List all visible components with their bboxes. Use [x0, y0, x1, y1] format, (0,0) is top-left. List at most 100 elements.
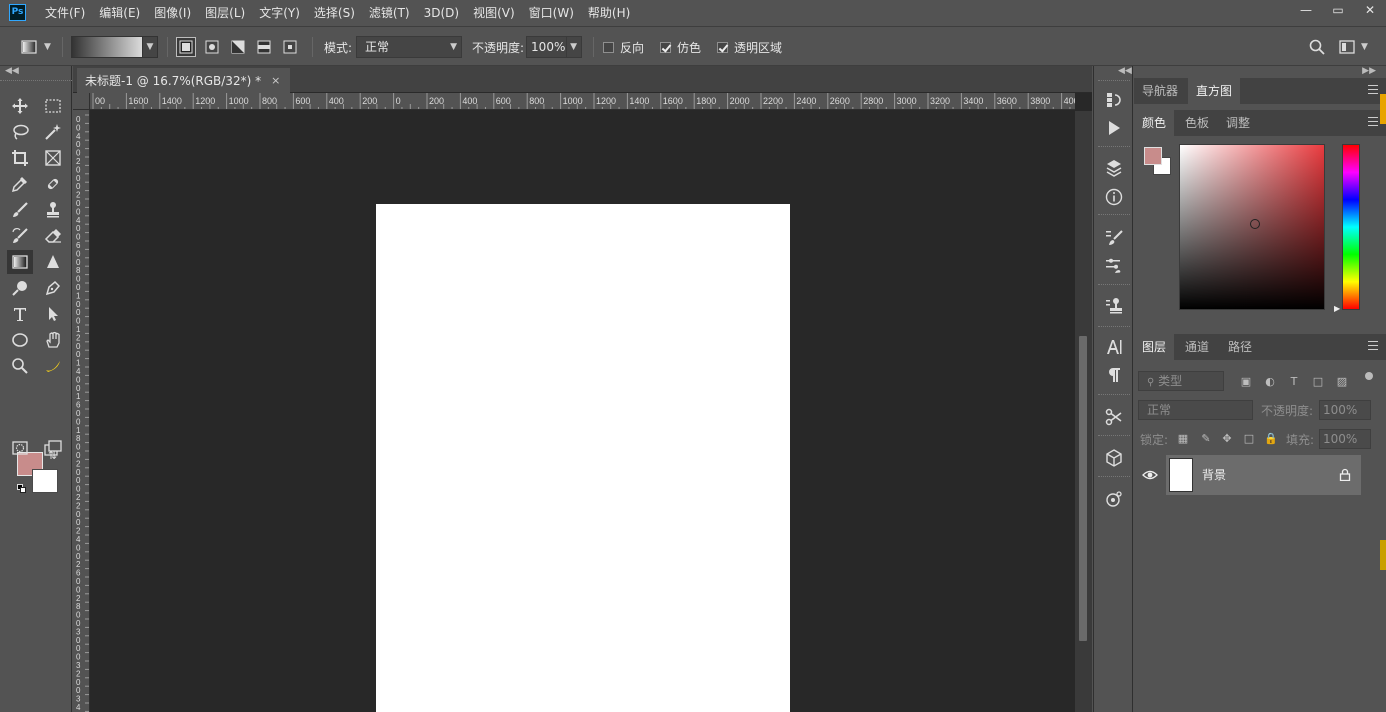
actions-panel-button[interactable]	[1102, 116, 1126, 140]
hue-slider[interactable]	[1342, 144, 1360, 310]
menu-file[interactable]: 文件(F)	[38, 0, 92, 26]
collapse-toolbar-icon[interactable]: ◀◀	[5, 66, 19, 76]
angle-gradient-button[interactable]	[228, 37, 248, 57]
3d-panel-button[interactable]	[1102, 446, 1126, 470]
collapse-panels-icon[interactable]: ▶▶	[1362, 66, 1376, 76]
close-tab-icon[interactable]: ×	[271, 69, 280, 93]
document-tab[interactable]: 未标题-1 @ 16.7%(RGB/32*) * ×	[77, 68, 291, 93]
tab-layers[interactable]: 图层	[1134, 334, 1175, 360]
magic-wand-tool[interactable]	[40, 120, 66, 144]
tab-adjustments[interactable]: 调整	[1218, 110, 1258, 136]
brush-settings-button[interactable]	[1102, 226, 1126, 250]
panel-menu-icon[interactable]	[1368, 85, 1378, 94]
vertical-ruler[interactable]: 0040020002004006008001000120014001600180…	[73, 110, 90, 712]
tab-histogram[interactable]: 直方图	[1188, 78, 1241, 104]
lasso-tool[interactable]	[7, 120, 33, 144]
photoshop-logo[interactable]: Ps	[9, 4, 26, 21]
history-brush-tool[interactable]	[7, 224, 33, 248]
menu-view[interactable]: 视图(V)	[466, 0, 522, 26]
diamond-gradient-button[interactable]	[280, 37, 300, 57]
gradient-tool[interactable]	[7, 250, 33, 274]
clone-source-button[interactable]	[1102, 294, 1126, 318]
layer-row-background[interactable]: 背景	[1166, 455, 1361, 495]
reverse-option[interactable]: 反向	[603, 27, 644, 67]
color-picker-field[interactable]	[1179, 144, 1325, 310]
menu-image[interactable]: 图像(I)	[147, 0, 198, 26]
libraries-panel-button[interactable]	[1102, 487, 1126, 511]
history-panel-button[interactable]	[1102, 88, 1126, 112]
zoom-tool[interactable]	[7, 354, 33, 378]
lock-image-icon[interactable]: ✎	[1199, 431, 1213, 445]
search-button[interactable]	[1309, 27, 1325, 67]
menu-select[interactable]: 选择(S)	[307, 0, 362, 26]
filter-pixel-icon[interactable]: ▣	[1239, 374, 1253, 388]
ellipse-tool[interactable]	[7, 328, 33, 352]
hue-slider-marker[interactable]: ▶	[1334, 304, 1340, 313]
banana-tool[interactable]	[40, 354, 66, 378]
screen-mode-button[interactable]	[40, 436, 66, 460]
filter-shape-icon[interactable]: □	[1311, 374, 1325, 388]
lock-position-icon[interactable]: ✥	[1220, 431, 1234, 445]
pen-tool[interactable]	[40, 276, 66, 300]
layer-name[interactable]: 背景	[1202, 455, 1226, 495]
panel-menu-icon[interactable]	[1368, 117, 1378, 126]
brush-tool[interactable]	[7, 198, 33, 222]
transparency-option[interactable]: 透明区域	[717, 27, 782, 67]
filter-toggle[interactable]	[1365, 372, 1373, 380]
gradient-preview[interactable]: ▼	[71, 36, 158, 58]
lock-transparent-icon[interactable]: ▦	[1176, 431, 1190, 445]
collapse-dock-icon[interactable]: ◀◀	[1118, 66, 1132, 76]
clone-stamp-tool[interactable]	[40, 198, 66, 222]
document-canvas[interactable]	[376, 204, 790, 712]
horizontal-ruler[interactable]: 00 1600 1400 1200 1000 800 600 400 200 0 200 400 600…	[90, 93, 1075, 110]
lock-artboard-icon[interactable]: □	[1242, 431, 1256, 445]
tool-preset-picker[interactable]: ▼	[20, 27, 51, 67]
menu-type[interactable]: 文字(Y)	[252, 0, 307, 26]
gradient-editor[interactable]: ▼	[71, 27, 158, 67]
workspace-switcher[interactable]: ▼	[1339, 27, 1368, 67]
tab-navigator[interactable]: 导航器	[1134, 78, 1186, 104]
layer-opacity-input[interactable]: 100%	[1319, 400, 1371, 420]
canvas-viewport[interactable]	[90, 111, 1075, 712]
menu-3d[interactable]: 3D(D)	[417, 0, 466, 26]
info-panel-button[interactable]	[1102, 185, 1126, 209]
vertical-scrollbar[interactable]	[1075, 111, 1092, 712]
transparency-checkbox[interactable]	[717, 41, 728, 53]
radial-gradient-button[interactable]	[202, 37, 222, 57]
frame-tool[interactable]	[40, 146, 66, 170]
tab-color[interactable]: 颜色	[1134, 110, 1175, 136]
filter-type-icon[interactable]: T	[1287, 374, 1301, 388]
blur-tool[interactable]	[40, 250, 66, 274]
reflected-gradient-button[interactable]	[254, 37, 274, 57]
layer-visibility-toggle[interactable]	[1142, 467, 1158, 486]
hand-tool[interactable]	[40, 328, 66, 352]
tab-swatches[interactable]: 色板	[1177, 110, 1217, 136]
dither-option[interactable]: 仿色	[660, 27, 701, 67]
lock-icon[interactable]	[1339, 468, 1351, 481]
background-color-swatch[interactable]	[32, 469, 58, 493]
tab-channels[interactable]: 通道	[1177, 334, 1217, 360]
opacity-input[interactable]: 100% ▼	[526, 36, 583, 58]
tool-presets-button[interactable]	[1102, 405, 1126, 429]
crop-tool[interactable]	[7, 146, 33, 170]
menu-window[interactable]: 窗口(W)	[522, 0, 581, 26]
color-picker-cursor[interactable]	[1250, 219, 1260, 229]
layer-fill-input[interactable]: 100%	[1319, 429, 1371, 449]
character-panel-button[interactable]	[1102, 335, 1126, 359]
dither-checkbox[interactable]	[660, 41, 671, 53]
reverse-checkbox[interactable]	[603, 41, 614, 53]
paragraph-panel-button[interactable]	[1102, 363, 1126, 387]
path-selection-tool[interactable]	[40, 302, 66, 326]
quick-mask-button[interactable]	[7, 436, 33, 460]
move-tool[interactable]	[7, 94, 33, 118]
healing-brush-tool[interactable]	[40, 172, 66, 196]
minimize-button[interactable]: —	[1290, 0, 1322, 20]
menu-layer[interactable]: 图层(L)	[198, 0, 252, 26]
restore-button[interactable]: ▭	[1322, 0, 1354, 20]
filter-smart-object-icon[interactable]: ▨	[1335, 374, 1349, 388]
menu-edit[interactable]: 编辑(E)	[92, 0, 147, 26]
eyedropper-tool[interactable]	[7, 172, 33, 196]
layer-filter-select[interactable]: ⚲ 类型	[1138, 371, 1224, 391]
foreground-color-swatch[interactable]	[1144, 147, 1162, 165]
mode-select[interactable]: 正常 ▼	[356, 36, 463, 58]
